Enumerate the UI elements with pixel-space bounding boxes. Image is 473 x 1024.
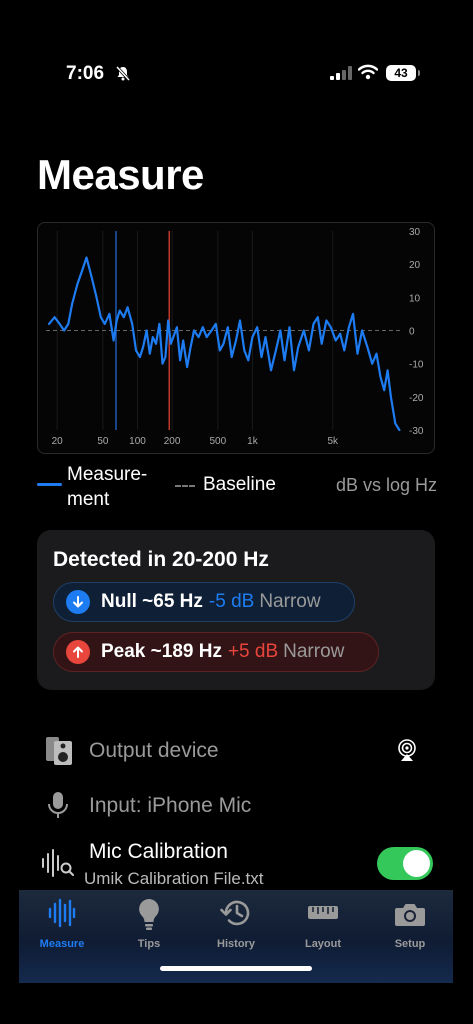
mic-calibration-toggle[interactable] <box>377 847 433 880</box>
arrow-down-icon <box>66 590 90 614</box>
tab-tips-label: Tips <box>137 938 161 950</box>
null-width: Narrow <box>259 591 321 612</box>
microphone-icon <box>48 792 68 818</box>
legend-baseline-swatch <box>175 485 195 487</box>
y-tick-label: -30 <box>409 426 424 437</box>
x-tick-label: 500 <box>209 436 226 447</box>
mic-calibration-row[interactable]: Mic Calibration Umik Calibration File.tx… <box>37 838 437 888</box>
y-tick-label: -20 <box>409 393 424 404</box>
tab-history[interactable]: History <box>201 898 271 954</box>
toggle-knob <box>403 850 430 877</box>
legend-baseline-label: Baseline <box>203 474 276 495</box>
y-tick-label: 20 <box>409 260 421 271</box>
input-device-label: Input: iPhone Mic <box>89 794 252 817</box>
output-device-row[interactable]: Output device <box>37 733 437 769</box>
y-tick-label: -10 <box>409 360 424 371</box>
x-tick-label: 200 <box>164 436 181 447</box>
x-tick-label: 20 <box>52 436 64 447</box>
x-tick-label: 5k <box>328 436 340 447</box>
tab-tips[interactable]: Tips <box>114 898 184 954</box>
null-detection-pill[interactable]: Null ~65 Hz -5 dB Narrow <box>53 582 355 622</box>
waveform-icon <box>48 898 76 928</box>
x-tick-label: 1k <box>247 436 259 447</box>
airplay-audio-icon[interactable] <box>395 739 419 763</box>
ruler-icon <box>308 906 338 919</box>
x-tick-label: 100 <box>129 436 146 447</box>
home-indicator <box>160 966 312 971</box>
legend-scale-label: dB vs log Hz <box>335 475 437 495</box>
battery-indicator: 43 <box>386 65 420 81</box>
page-title: Measure <box>37 151 204 198</box>
peak-label: Peak ~189 Hz <box>101 641 222 662</box>
tab-bar: Measure Tips History Layout Setup <box>19 890 453 983</box>
camera-icon <box>395 904 425 926</box>
mic-calibration-label: Mic Calibration <box>89 840 228 863</box>
chart-svg: 3020100-10-20-3020 50 100 200 500 1k 5k <box>46 227 424 447</box>
waveform-search-icon <box>42 849 74 877</box>
cellular-signal-icon <box>330 66 352 80</box>
history-icon <box>220 900 250 926</box>
arrow-up-icon <box>66 640 90 664</box>
tab-measure[interactable]: Measure <box>27 898 97 954</box>
null-db: -5 dB <box>208 591 255 612</box>
bell-slash-icon <box>115 65 131 81</box>
y-tick-label: 0 <box>409 327 415 338</box>
output-device-label: Output device <box>89 739 219 762</box>
frequency-response-chart: 30 20 10 0 -10 -20 -30 20 50 100 200 500 1k 5k <box>37 222 435 454</box>
peak-db: +5 dB <box>227 641 279 662</box>
mic-calibration-file: Umik Calibration File.txt <box>84 869 264 888</box>
status-time: 7:06 <box>66 63 105 84</box>
input-device-row[interactable]: Input: iPhone Mic <box>37 788 437 824</box>
tab-layout-label: Layout <box>304 938 342 950</box>
tab-setup-label: Setup <box>394 938 426 950</box>
status-bar: 7:06 43 <box>0 0 473 84</box>
peak-detection-pill[interactable]: Peak ~189 Hz +5 dB Narrow <box>53 632 379 672</box>
legend-measurement-label: Measure-ment <box>67 464 148 510</box>
speaker-icon <box>46 737 72 765</box>
detected-title: Detected in 20-200 Hz <box>53 548 269 571</box>
y-tick-label: 30 <box>409 227 421 238</box>
detected-card: Detected in 20-200 Hz Null ~65 Hz -5 dB … <box>37 530 435 690</box>
peak-width: Narrow <box>283 641 345 662</box>
lightbulb-icon <box>139 899 159 930</box>
null-label: Null ~65 Hz <box>101 591 203 612</box>
tab-setup[interactable]: Setup <box>375 898 445 954</box>
measurement-series-line <box>47 256 401 432</box>
legend-measurement-swatch <box>37 483 62 486</box>
tab-measure-label: Measure <box>39 938 85 950</box>
y-tick-label: 10 <box>409 293 421 304</box>
tab-layout[interactable]: Layout <box>288 898 358 954</box>
chart-legend: Measure-ment Baseline dB vs log Hz <box>37 460 437 512</box>
x-tick-label: 50 <box>97 436 109 447</box>
tab-history-label: History <box>217 938 255 950</box>
wifi-icon <box>358 64 378 80</box>
